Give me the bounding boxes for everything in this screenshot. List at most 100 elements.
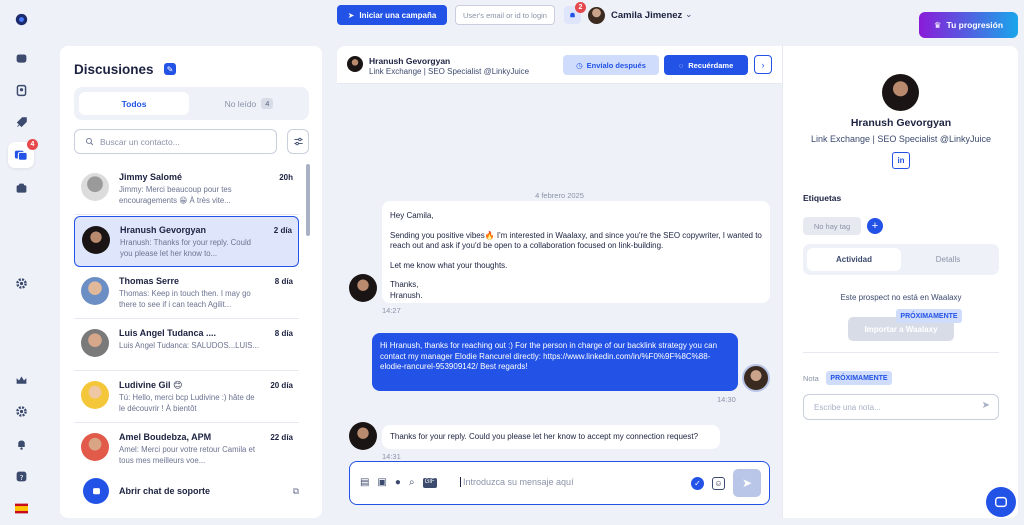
linkedin-icon[interactable]: in bbox=[892, 152, 910, 169]
spain-flag-icon[interactable] bbox=[13, 500, 29, 516]
filter-tabs: Todos No leído 4 bbox=[74, 87, 309, 120]
message-line: Let me know what your thoughts. bbox=[390, 260, 508, 270]
start-campaign-label: Iniciar una campaña bbox=[359, 10, 437, 20]
profile-avatar bbox=[882, 74, 919, 111]
conversation-date: 2 día bbox=[273, 226, 292, 235]
check-icon[interactable]: ✓ bbox=[691, 477, 704, 490]
send-icon: ➤ bbox=[347, 10, 355, 20]
message-line: Sending you positive vibes🔥 I'm interest… bbox=[390, 230, 762, 251]
contact-name[interactable]: Hranush Gevorgyan bbox=[369, 56, 450, 66]
bell-icon[interactable] bbox=[13, 436, 29, 452]
progress-button[interactable]: ♛ Tu progresión bbox=[919, 12, 1018, 38]
search-placeholder: Buscar un contacto... bbox=[100, 136, 180, 147]
inbox-icon[interactable] bbox=[13, 180, 29, 196]
avatar bbox=[81, 277, 109, 305]
message-line: Hranush. bbox=[390, 290, 423, 300]
no-tag-chip: No hay tag bbox=[803, 217, 861, 235]
soon-chip: PRÓXIMAMENTE bbox=[896, 309, 962, 323]
list-scrollbar[interactable] bbox=[306, 164, 310, 236]
send-button[interactable]: ➤ bbox=[733, 469, 761, 497]
conversation-item[interactable]: Ludivine Gil 😊 20 día Tú: Hello, merci b… bbox=[74, 372, 299, 423]
home-icon[interactable] bbox=[13, 50, 29, 66]
chat-icon bbox=[83, 478, 109, 504]
avatar bbox=[81, 173, 109, 201]
profile-name: Hranush Gevorgyan bbox=[850, 117, 952, 129]
tab-unread[interactable]: No leído 4 bbox=[194, 92, 304, 115]
help-chat-button[interactable] bbox=[986, 487, 1016, 517]
conversation-name: Amel Boudebza, APM bbox=[119, 432, 212, 442]
tab-all[interactable]: Todos bbox=[79, 92, 189, 115]
unread-count: 4 bbox=[261, 98, 274, 109]
sender-avatar bbox=[349, 422, 377, 450]
incoming-message: Hey Camila, Sending you positive vibes🔥 … bbox=[382, 201, 770, 303]
conversation-name: Jimmy Salomé bbox=[119, 172, 183, 182]
messages-nav-item[interactable]: 4 bbox=[8, 139, 38, 168]
conversation-preview: Luis Angel Tudanca: SALUDOS...LUIS... bbox=[119, 341, 259, 350]
avatar bbox=[81, 381, 109, 409]
tags-title: Etiquetas bbox=[803, 193, 842, 203]
contact-search-input[interactable]: Buscar un contacto... bbox=[74, 129, 277, 154]
note-input[interactable]: Escribe una nota... ➤ bbox=[803, 394, 999, 420]
conversation-name: Hranush Gevorgyan bbox=[120, 225, 207, 235]
avatar bbox=[81, 329, 109, 357]
microphone-icon[interactable]: ● bbox=[395, 477, 401, 488]
clock-icon: ◷ bbox=[576, 60, 583, 70]
tab-activity[interactable]: Actividad bbox=[807, 248, 901, 271]
crown-icon: ♛ bbox=[933, 19, 942, 30]
gear-icon[interactable] bbox=[13, 403, 29, 419]
add-tag-icon[interactable]: + bbox=[867, 218, 883, 234]
emoji-icon[interactable]: ☺ bbox=[712, 477, 725, 490]
notifications-button[interactable]: 2 bbox=[564, 2, 586, 24]
date-separator: 4 febrero 2025 bbox=[535, 191, 584, 200]
conversation-preview: Tú: Hello, merci bcp Ludivine :) hâte de… bbox=[119, 393, 255, 413]
contacts-icon[interactable] bbox=[13, 82, 29, 98]
conversation-name: Thomas Serre bbox=[119, 276, 180, 286]
chevron-right-icon[interactable]: › bbox=[754, 55, 772, 74]
conversation-date: 20 día bbox=[270, 381, 293, 390]
user-name[interactable]: Camila Jimenez bbox=[611, 10, 682, 21]
outgoing-message: Hi Hranush, thanks for reaching out :) F… bbox=[372, 333, 738, 391]
help-icon[interactable]: ? bbox=[13, 468, 29, 484]
search-icon bbox=[85, 137, 94, 146]
messages-badge: 4 bbox=[27, 139, 38, 150]
send-icon: ➤ bbox=[741, 476, 753, 490]
conversation-item-selected[interactable]: Hranush Gevorgyan 2 día Hranush: Thanks … bbox=[74, 216, 299, 267]
message-time: 14:27 bbox=[382, 306, 401, 315]
conversation-name: Luis Angel Tudanca .... bbox=[119, 328, 217, 338]
edit-icon[interactable]: ✎ bbox=[164, 63, 176, 75]
conversation-item[interactable]: Amel Boudebza, APM 22 día Amel: Merci po… bbox=[74, 424, 299, 475]
message-input[interactable]: Introduzca su mensaje aquí bbox=[460, 477, 680, 487]
rocket-icon[interactable] bbox=[13, 114, 29, 130]
notifications-badge: 2 bbox=[575, 2, 586, 13]
image-icon[interactable]: ▣ bbox=[377, 477, 386, 488]
gif-icon[interactable]: GIF bbox=[422, 478, 437, 488]
logo-icon[interactable] bbox=[13, 11, 29, 27]
profile-panel: Hranush Gevorgyan Link Exchange | SEO Sp… bbox=[782, 46, 1018, 518]
message-time: 14:31 bbox=[382, 452, 401, 461]
attachment-icon[interactable]: ⌕ bbox=[409, 477, 415, 488]
chevron-down-icon[interactable]: ⌄ bbox=[685, 9, 693, 20]
external-link-icon: ⧉ bbox=[292, 485, 299, 496]
open-support-chat[interactable]: Abrir chat de soporte ⧉ bbox=[74, 475, 309, 507]
send-icon[interactable]: ➤ bbox=[982, 400, 990, 411]
sliders-icon bbox=[293, 137, 303, 146]
conversation-item[interactable]: Luis Angel Tudanca .... 8 día Luis Angel… bbox=[74, 320, 299, 371]
tab-unread-label: No leído bbox=[224, 98, 257, 109]
settings-icon[interactable] bbox=[13, 275, 29, 291]
user-login-input[interactable]: User's email or id to login bbox=[455, 5, 555, 25]
conversation-item[interactable]: Jimmy Salomé 20h Jimmy: Merci beaucoup p… bbox=[74, 164, 299, 215]
filter-button[interactable] bbox=[287, 129, 309, 154]
contact-avatar[interactable] bbox=[347, 56, 363, 72]
contact-headline: Link Exchange | SEO Specialist @LinkyJui… bbox=[369, 67, 530, 76]
composer-tools: ▤ ▣ ● ⌕ GIF bbox=[360, 477, 437, 488]
remind-me-button[interactable]: ◌ Recuérdame bbox=[664, 55, 748, 75]
template-icon[interactable]: ▤ bbox=[360, 477, 369, 488]
conversation-item[interactable]: Thomas Serre 8 día Thomas: Keep in touch… bbox=[74, 268, 299, 319]
start-campaign-button[interactable]: ➤ Iniciar una campaña bbox=[337, 5, 447, 25]
send-later-button[interactable]: ◷ Envíalo después bbox=[563, 55, 659, 75]
crown-icon[interactable] bbox=[13, 372, 29, 388]
conversation-preview: Thomas: Keep in touch then. I may go the… bbox=[119, 289, 251, 309]
user-avatar[interactable] bbox=[588, 7, 605, 24]
svg-text:?: ? bbox=[19, 472, 23, 481]
tab-details[interactable]: Detalls bbox=[901, 248, 995, 271]
